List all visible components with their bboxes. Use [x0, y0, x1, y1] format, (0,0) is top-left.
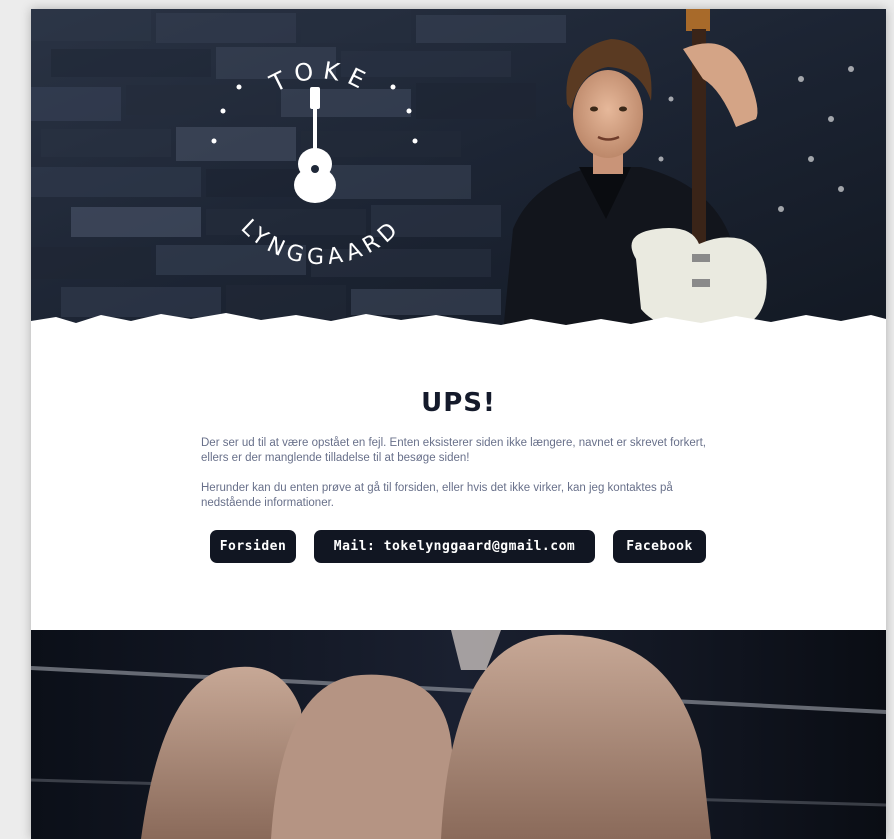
- facebook-button[interactable]: Facebook: [613, 530, 706, 563]
- hero-header: TOKE LYNGGAARD: [31, 9, 886, 354]
- error-title: UPS!: [421, 388, 496, 418]
- help-message: Herunder kan du enten prøve at gå til fo…: [201, 482, 673, 509]
- mail-button[interactable]: Mail: tokelynggaard@gmail.com: [314, 530, 595, 563]
- footer-image: [31, 630, 886, 839]
- hero-image: TOKE LYNGGAARD: [31, 9, 886, 354]
- error-message: Der ser ud til at være opstået en fejl. …: [201, 437, 706, 464]
- home-button[interactable]: Forsiden: [210, 530, 296, 563]
- error-content: UPS! Der ser ud til at være opstået en f…: [31, 354, 886, 630]
- guitar-fingers-photo: [31, 630, 886, 839]
- page-card: TOKE LYNGGAARD UPS! Der ser ud til at væ…: [31, 9, 886, 839]
